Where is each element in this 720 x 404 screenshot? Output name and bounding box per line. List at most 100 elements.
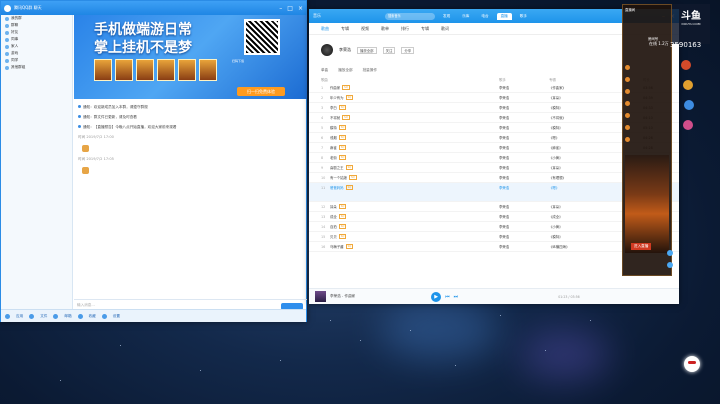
song-artist[interactable]: 李荣浩 [499,115,549,120]
group-item[interactable]: 家人 [1,43,72,50]
group-item[interactable]: 其他群组 [1,64,72,71]
song-artist[interactable]: 李荣浩 [499,85,549,90]
gift-icon[interactable] [683,80,693,90]
message-time: 时间 2019/7/2 17:05 [78,157,114,161]
mail-icon[interactable] [53,313,59,319]
gear-icon[interactable] [101,313,107,319]
song-title[interactable]: 爸爸妈妈 [330,185,344,190]
group-icon [5,23,9,28]
quality-badge-icon: SQ [338,155,347,160]
music-tab[interactable]: 乐库 [458,13,473,20]
song-title[interactable]: 老街 [330,155,337,160]
song-artist[interactable]: 李荣浩 [499,224,549,229]
quality-badge-icon: SQ [345,185,354,190]
room-label: 房间号 [648,37,659,41]
song-artist[interactable]: 李荣浩 [499,185,549,190]
nav-item[interactable]: 视频 [361,26,369,32]
sub-tab[interactable]: 单曲 [321,68,328,73]
file-icon[interactable] [29,313,35,319]
group-item[interactable]: 同事 [1,36,72,43]
group-item[interactable]: 好友 [1,29,72,36]
side-tool-icon[interactable] [667,250,673,256]
song-title[interactable]: 自拍 [330,224,337,229]
song-artist[interactable]: 李荣浩 [499,105,549,110]
nav-item[interactable]: 专辑 [421,26,429,32]
gift-icon [625,113,630,118]
song-title[interactable]: 模特 [330,125,337,130]
follow-button[interactable]: 关注 [382,46,396,54]
group-item[interactable]: 同学 [1,57,72,64]
music-tab[interactable]: 发现 [439,13,454,20]
group-list: 我的群 群聊 好友 同事 家人 游戏 同学 其他群组 [1,15,73,309]
song-title[interactable]: 喜剧之王 [330,165,344,170]
song-title-cell: 11 爸爸妈妈 SQ [321,185,499,190]
maximize-icon[interactable]: □ [287,5,293,12]
nav-item[interactable]: 专辑 [341,26,349,32]
music-tab[interactable]: 歌手 [516,13,531,20]
song-title-cell: 6 戒烟 SQ [321,135,499,140]
song-artist[interactable]: 李荣浩 [499,234,549,239]
mascot-icon[interactable] [684,356,700,372]
song-artist[interactable]: 李荣浩 [499,145,549,150]
music-search-input[interactable]: 搜索音乐 [385,12,435,20]
music-tab-active[interactable]: 直播 [496,12,512,20]
song-artist[interactable]: 李荣浩 [499,175,549,180]
song-artist[interactable]: 李荣浩 [499,214,549,219]
play-icon[interactable]: ▶ [431,291,442,302]
song-title[interactable]: 不将就 [330,115,340,120]
song-title-cell: 13 成全 SQ [321,214,499,219]
play-all-button[interactable]: 播放全部 [357,46,377,54]
song-title[interactable]: 年少有为 [330,95,344,100]
song-title[interactable]: 乌梅子酱 [330,244,344,249]
platform-name: 斗鱼 [681,11,701,22]
song-artist[interactable]: 李荣浩 [499,204,549,209]
message-time: 时间 2019/7/2 17:00 [78,135,114,139]
gift-icon[interactable] [681,60,691,70]
app-icon[interactable] [5,313,10,319]
song-title[interactable]: 耳朵 [330,204,337,209]
star-icon[interactable] [77,313,83,319]
quality-badge-icon: SQ [342,115,350,120]
song-artist[interactable]: 李荣浩 [499,244,549,249]
minimize-icon[interactable]: – [279,5,282,12]
live-poster[interactable]: 进入直播 [625,155,669,253]
sub-button[interactable]: 播放全部 [338,68,352,73]
nav-item[interactable]: 排行 [401,26,409,32]
song-title[interactable]: 作曲家 [330,85,340,90]
song-artist[interactable]: 李荣浩 [499,95,549,100]
song-title[interactable]: 成全 [330,214,337,219]
group-item[interactable]: 游戏 [1,50,72,57]
artist-name: 李荣浩 [339,47,351,52]
song-index: 12 [321,204,326,209]
prev-icon[interactable]: ⏮ [445,294,450,300]
song-artist[interactable]: 李荣浩 [499,125,549,130]
gift-icon[interactable] [683,120,693,130]
close-icon[interactable]: × [298,5,303,12]
side-tool-icon[interactable] [667,262,673,268]
song-title[interactable]: 贝贝 [330,234,337,239]
sub-button[interactable]: 批量操作 [363,68,377,73]
song-artist[interactable]: 李荣浩 [499,135,549,140]
music-tab[interactable]: 电台 [477,13,492,20]
song-title[interactable]: 麻雀 [330,145,337,150]
song-title[interactable]: 有一个姑娘 [330,175,347,180]
gift-icon[interactable] [684,100,694,110]
share-button[interactable]: 分享 [401,46,415,54]
song-artist[interactable]: 李荣浩 [499,155,549,160]
nav-item[interactable]: 歌词 [441,26,449,32]
group-item[interactable]: 群聊 [1,22,72,29]
song-index: 16 [321,244,326,249]
scan-button[interactable]: 扫一扫免费体验 [237,87,285,96]
poster-caption[interactable]: 进入直播 [631,243,652,250]
nav-item[interactable]: 歌单 [381,26,389,32]
nav-item[interactable]: 歌曲 [321,26,329,32]
song-artist[interactable]: 李荣浩 [499,165,549,170]
next-icon[interactable]: ⏭ [454,294,459,300]
group-icon [5,16,9,21]
group-item[interactable]: 我的群 [1,15,72,22]
song-title[interactable]: 李白 [330,105,337,110]
song-title[interactable]: 戒烟 [330,135,337,140]
hero-image [136,59,154,81]
gift-icon [625,89,630,94]
ad-banner[interactable]: 手机做端游日常 掌上挂机不是梦 扫码下载 扫一扫免费体验 [74,15,307,99]
